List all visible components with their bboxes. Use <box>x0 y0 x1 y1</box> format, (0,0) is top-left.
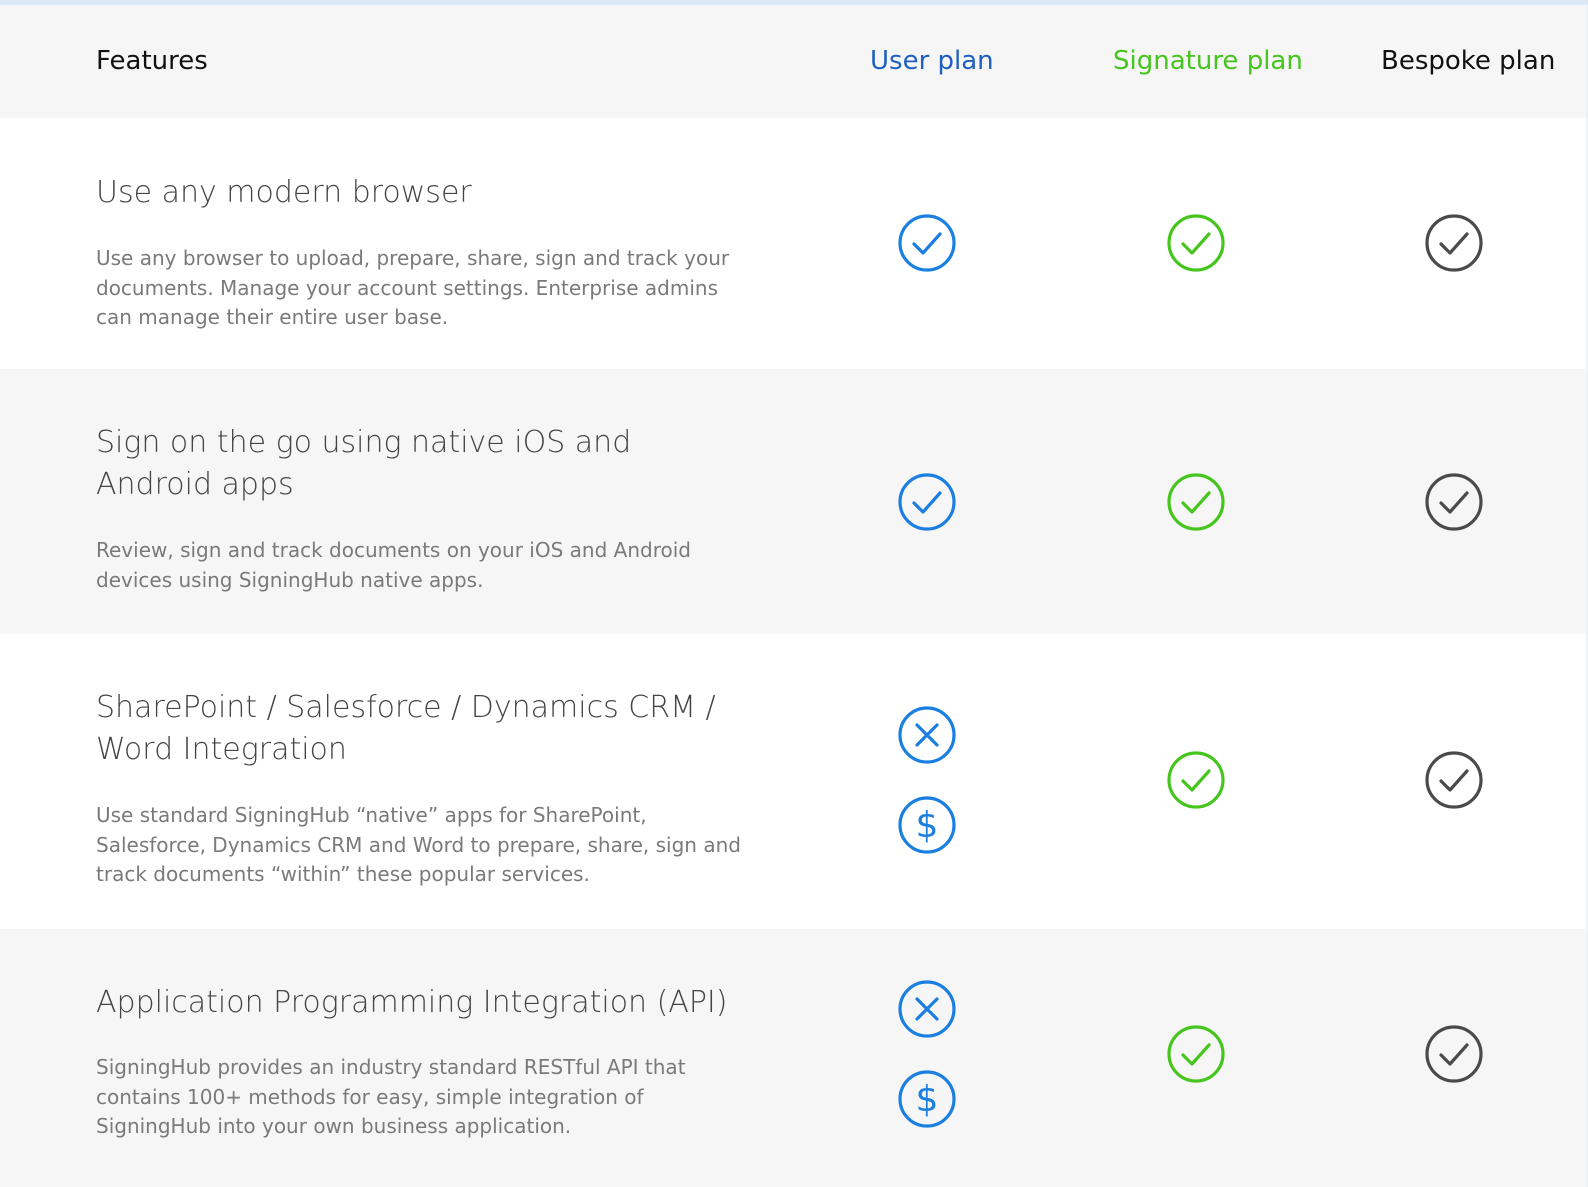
bespoke-plan-check-icon <box>1424 1024 1484 1084</box>
user-plan-check-icon <box>897 213 957 273</box>
user-plan-check-icon <box>897 472 957 532</box>
user-plan-cross-icon <box>897 979 957 1039</box>
feature-description: Use standard SigningHub “native” apps fo… <box>96 803 741 886</box>
feature-title: SharePoint / Salesforce / Dynamics CRM /… <box>96 690 716 767</box>
comparison-header: Features User plan Signature plan Bespok… <box>0 5 1588 118</box>
feature-row: Application Programming Integration (API… <box>0 929 1588 1187</box>
feature-description: Use any browser to upload, prepare, shar… <box>96 246 730 329</box>
feature-row: SharePoint / Salesforce / Dynamics CRM /… <box>0 634 1588 929</box>
signature-plan-check-icon <box>1166 1024 1226 1084</box>
user-plan-dollar-icon: $ <box>897 1069 957 1129</box>
feature-row: Sign on the go using native iOS and Andr… <box>0 369 1588 634</box>
svg-text:$: $ <box>916 805 939 846</box>
bespoke-plan-check-icon <box>1424 213 1484 273</box>
signature-plan-check-icon <box>1166 750 1226 810</box>
feature-row: Use any modern browser Use any browser t… <box>0 118 1588 369</box>
feature-description: SigningHub provides an industry standard… <box>96 1055 686 1138</box>
features-column-header: Features <box>96 46 208 76</box>
user-plan-cross-icon <box>897 705 957 765</box>
bespoke-plan-check-icon <box>1424 472 1484 532</box>
feature-title: Sign on the go using native iOS and Andr… <box>96 425 632 502</box>
signature-plan-header[interactable]: Signature plan <box>1113 45 1303 77</box>
signature-plan-check-icon <box>1166 213 1226 273</box>
signature-plan-check-icon <box>1166 472 1226 532</box>
feature-title: Use any modern browser <box>96 175 472 210</box>
feature-description: Review, sign and track documents on your… <box>96 538 691 592</box>
svg-text:$: $ <box>916 1079 939 1120</box>
bespoke-plan-header[interactable]: Bespoke plan <box>1381 45 1555 77</box>
bespoke-plan-check-icon <box>1424 750 1484 810</box>
user-plan-header[interactable]: User plan <box>870 45 994 77</box>
feature-title: Application Programming Integration (API… <box>96 985 728 1020</box>
user-plan-dollar-icon: $ <box>897 795 957 855</box>
